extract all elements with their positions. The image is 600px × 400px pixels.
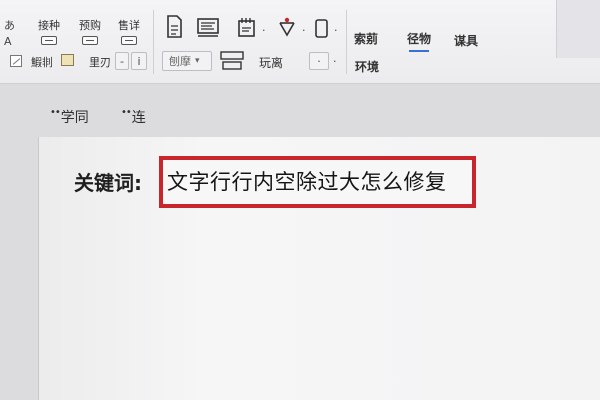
tab-search[interactable]: 索莂	[354, 30, 378, 47]
grip-icon: ••	[50, 107, 61, 118]
chevron-down-icon: ▾	[195, 56, 200, 66]
document-icon[interactable]	[163, 14, 185, 40]
quick-access-item[interactable]: ••学同	[50, 107, 89, 127]
grip-icon: ••	[121, 107, 132, 118]
layout-icon[interactable]	[196, 17, 222, 39]
dot-select-field[interactable]: ·	[309, 52, 329, 70]
timer-icon[interactable]	[274, 15, 300, 41]
style-select[interactable]: 刨摩 ▾	[162, 51, 212, 71]
table-icon[interactable]	[82, 36, 98, 45]
font-a-icon[interactable]: A	[4, 35, 12, 48]
dropdown-dot[interactable]: ·	[302, 24, 306, 37]
frame-icon[interactable]	[313, 17, 331, 41]
dropdown-dot[interactable]: ·	[262, 24, 266, 37]
keyword-text[interactable]: 文字行行内空除过大怎么修复	[167, 166, 447, 196]
quick-access-label: 连	[131, 110, 146, 126]
ribbon-group-label[interactable]: 售详	[118, 17, 140, 33]
tab-objects[interactable]: 径物	[407, 30, 431, 47]
ribbon-right-panel	[556, 0, 600, 58]
option-label[interactable]: 里刃	[89, 54, 111, 70]
quick-access-label: 学同	[60, 110, 89, 126]
dropdown-dot[interactable]: ·	[334, 24, 338, 37]
color-swatch-icon[interactable]	[61, 54, 74, 66]
page-setup-icon[interactable]	[236, 16, 260, 40]
tab-tools[interactable]: 谋具	[454, 32, 478, 49]
checkbox-icon[interactable]	[10, 55, 22, 67]
ribbon-group-label[interactable]: 接种	[38, 17, 60, 33]
zoom-label[interactable]: 玩离	[259, 54, 283, 71]
ribbon-group-label[interactable]: 预购	[79, 17, 101, 33]
style-select-value: 刨摩	[169, 55, 191, 68]
quick-access-item[interactable]: ••连	[121, 107, 146, 127]
dropdown-dot[interactable]: ·	[333, 55, 337, 68]
stepper-value-field[interactable]: ⅰ	[131, 52, 147, 70]
ribbon-divider	[153, 10, 154, 74]
ribbon-toolbar: あ A 接种 预购 售详 鰕剕 里刃 - ⅰ 刨摩 ▾ · · · 玩离 · ·…	[0, 0, 600, 84]
active-tab-indicator	[409, 50, 429, 52]
table-layout-icon[interactable]	[219, 50, 247, 72]
keyword-label: 关键词:	[74, 171, 142, 195]
environment-label[interactable]: 环境	[355, 58, 379, 75]
ribbon-divider	[346, 10, 347, 74]
option-label[interactable]: 鰕剕	[31, 54, 53, 70]
stepper-minus-button[interactable]: -	[115, 52, 129, 70]
table-icon[interactable]	[41, 36, 57, 45]
char-glyph-icon[interactable]: あ	[4, 17, 15, 33]
table-icon[interactable]	[121, 36, 137, 45]
